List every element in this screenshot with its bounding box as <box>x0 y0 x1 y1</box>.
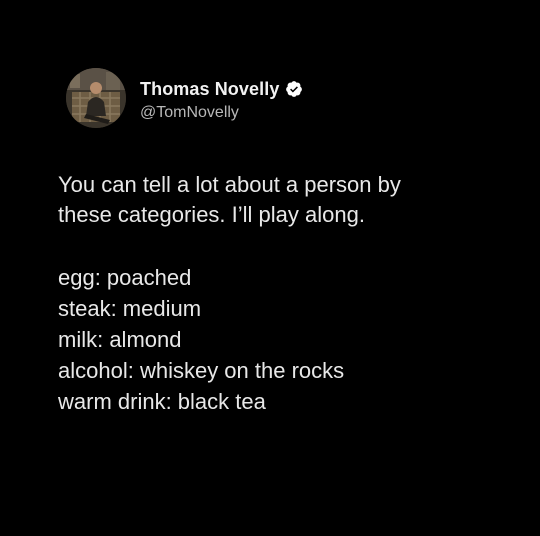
list-item: alcohol: whiskey on the rocks <box>58 358 345 383</box>
avatar[interactable] <box>66 68 126 128</box>
author-handle[interactable]: @TomNovelly <box>140 104 239 122</box>
list-item: egg: poached <box>58 265 192 290</box>
list-item: steak: medium <box>58 296 202 321</box>
author-name-row[interactable]: Thomas Novelly <box>140 78 303 100</box>
tweet-text-line: these categories. I’ll play along. <box>58 202 365 227</box>
verified-badge-icon <box>285 80 303 98</box>
avatar-photo <box>66 68 126 128</box>
author-display-name[interactable]: Thomas Novelly <box>140 79 279 100</box>
list-item: warm drink: black tea <box>58 389 266 414</box>
tweet-card: Thomas Novelly @TomNovelly You can tell … <box>0 0 540 536</box>
tweet-text: You can tell a lot about a person by the… <box>58 170 498 230</box>
tweet-text-line: You can tell a lot about a person by <box>58 172 401 197</box>
list-item: milk: almond <box>58 327 182 352</box>
preference-list: egg: poached steak: medium milk: almond … <box>58 262 344 417</box>
